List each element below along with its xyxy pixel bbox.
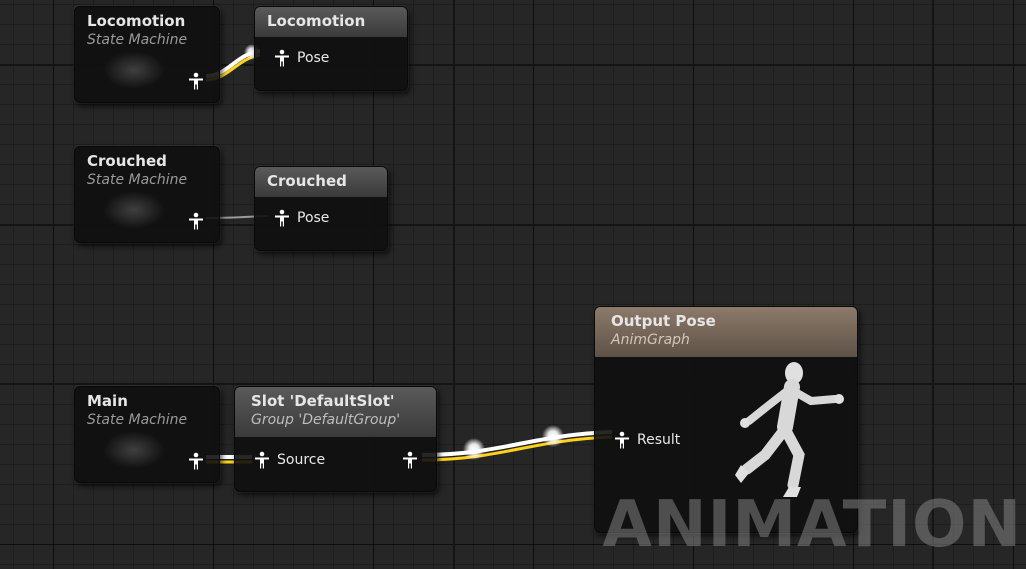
node-subtitle: State Machine xyxy=(87,32,188,48)
crouched-pose-node[interactable]: Crouched Pose xyxy=(254,166,388,251)
pin-label: Pose xyxy=(297,210,330,226)
state-machine-preview xyxy=(103,51,165,89)
person-pose-icon xyxy=(275,209,289,227)
node-subtitle: State Machine xyxy=(87,172,188,188)
wire-slot-to-output[interactable] xyxy=(421,425,613,462)
node-title: Slot 'DefaultSlot' xyxy=(251,392,395,410)
pose-output-pin[interactable] xyxy=(401,451,419,469)
pin-label: Pose xyxy=(297,50,330,66)
pin-label: Source xyxy=(277,452,326,468)
pose-input-pin[interactable]: Pose xyxy=(273,49,329,67)
node-title: Crouched xyxy=(267,172,347,190)
person-pose-icon xyxy=(403,451,417,469)
node-title: Crouched xyxy=(87,152,167,170)
node-subtitle: State Machine xyxy=(87,412,188,428)
animation-watermark: ANIMATION xyxy=(602,488,1022,562)
node-title: Main xyxy=(87,392,128,410)
pin-label: Result xyxy=(637,432,681,448)
person-pose-icon xyxy=(189,212,203,230)
node-title: Output Pose xyxy=(611,312,716,330)
node-subtitle: AnimGraph xyxy=(611,332,690,348)
source-input-pin[interactable]: Source xyxy=(253,451,325,469)
person-pose-icon xyxy=(615,431,629,449)
state-machine-preview xyxy=(103,431,165,469)
node-subtitle: Group 'DefaultGroup' xyxy=(251,412,401,428)
person-pose-icon xyxy=(275,49,289,67)
pose-output-pin[interactable] xyxy=(187,212,205,230)
crouched-state-machine-node[interactable]: Crouched State Machine xyxy=(74,146,220,243)
pose-input-pin[interactable]: Pose xyxy=(273,209,329,227)
locomotion-state-machine-node[interactable]: Locomotion State Machine xyxy=(74,6,220,103)
node-title: Locomotion xyxy=(267,12,366,30)
person-pose-icon xyxy=(189,452,203,470)
pose-output-pin[interactable] xyxy=(187,72,205,90)
locomotion-pose-node[interactable]: Locomotion Pose xyxy=(254,6,408,91)
node-title: Locomotion xyxy=(87,12,186,30)
person-pose-icon xyxy=(189,72,203,90)
main-state-machine-node[interactable]: Main State Machine xyxy=(74,386,220,483)
pose-output-pin[interactable] xyxy=(187,452,205,470)
state-machine-preview xyxy=(103,191,165,229)
slot-node[interactable]: Slot 'DefaultSlot' Group 'DefaultGroup' … xyxy=(234,386,437,492)
person-pose-icon xyxy=(255,451,269,469)
result-input-pin[interactable]: Result xyxy=(613,431,680,449)
